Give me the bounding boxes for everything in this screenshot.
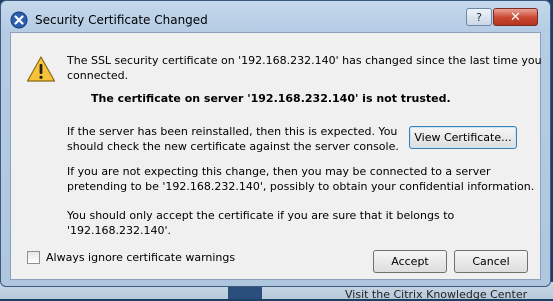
reinstalled-line-2: should check the new certificate against… xyxy=(67,140,399,153)
title-bar[interactable]: Security Certificate Changed ? ✕ xyxy=(1,1,550,31)
warning-icon xyxy=(26,56,56,82)
background-logo xyxy=(228,285,262,299)
not-trusted-heading: The certificate on server '192.168.232.1… xyxy=(91,92,451,105)
accept-button[interactable]: Accept xyxy=(373,250,447,273)
close-button[interactable]: ✕ xyxy=(493,8,538,26)
cancel-button[interactable]: Cancel xyxy=(454,250,528,273)
reinstalled-line-1: If the server has been reinstalled, then… xyxy=(67,125,398,138)
dialog-body: The SSL security certificate on '192.168… xyxy=(10,32,542,280)
help-button[interactable]: ? xyxy=(466,8,492,26)
window-title: Security Certificate Changed xyxy=(35,13,208,27)
app-icon xyxy=(10,11,28,29)
view-certificate-button[interactable]: View Certificate... xyxy=(409,126,517,149)
message-line-2: connected. xyxy=(67,69,129,82)
message-line-1: The SSL security certificate on '192.168… xyxy=(67,54,542,67)
accept-only-line-2: '192.168.232.140'. xyxy=(67,224,172,237)
accept-only-line-1: You should only accept the certificate i… xyxy=(67,209,455,222)
ignore-warnings-label[interactable]: Always ignore certificate warnings xyxy=(46,250,235,266)
dialog-window: Security Certificate Changed ? ✕ The SSL… xyxy=(0,0,551,287)
ignore-warnings-checkbox[interactable] xyxy=(27,251,40,264)
not-expecting-line-2: pretending to be '192.168.232.140', poss… xyxy=(67,180,535,193)
background-link-text: Visit the Citrix Knowledge Center xyxy=(345,288,528,301)
not-expecting-line-1: If you are not expecting this change, th… xyxy=(67,165,491,178)
